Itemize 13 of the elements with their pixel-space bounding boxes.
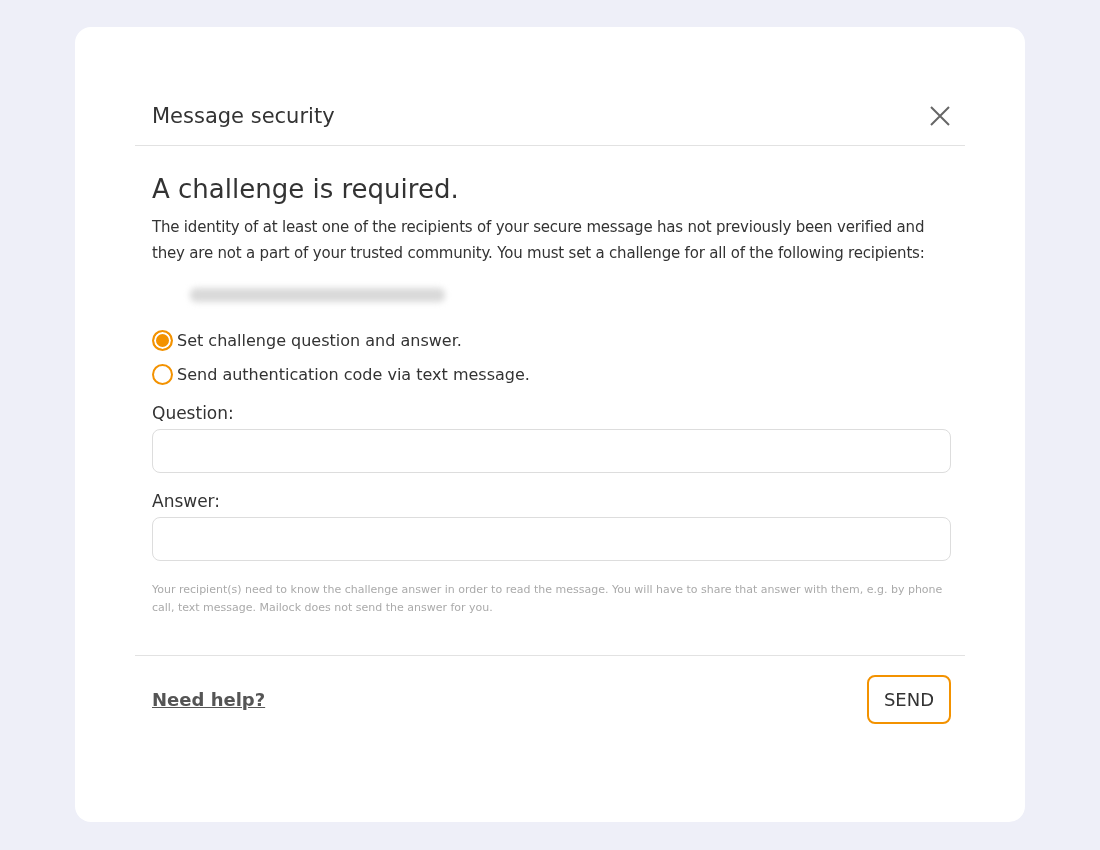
- input-field[interactable]: [152, 429, 951, 473]
- help-link[interactable]: Need help?: [152, 689, 266, 710]
- note-text: Your recipient(s) need to know the challenge answer in order to read the message. You will have to share that answer with them, e.g. by phone call, text message. Mailock does not send the answer for you.: [152, 582, 944, 616]
- field-label: Question:: [152, 403, 234, 423]
- radio-option[interactable]: Set challenge question and answer.: [152, 330, 462, 351]
- description-text: The identity of at least one of the recipients of your secure message has not previously been verified and they are not a part of your trusted community. You must set a challenge for all of the following recipients:: [152, 217, 926, 264]
- dialog-title: Message security: [152, 104, 335, 128]
- field-label: Answer:: [152, 491, 221, 511]
- input-field[interactable]: [152, 517, 951, 561]
- send-button[interactable]: SEND: [866, 675, 951, 724]
- close-icon[interactable]: [929, 105, 951, 127]
- heading: A challenge is required.: [152, 174, 460, 204]
- radio-option[interactable]: Send authentication code via text message.: [152, 364, 530, 385]
